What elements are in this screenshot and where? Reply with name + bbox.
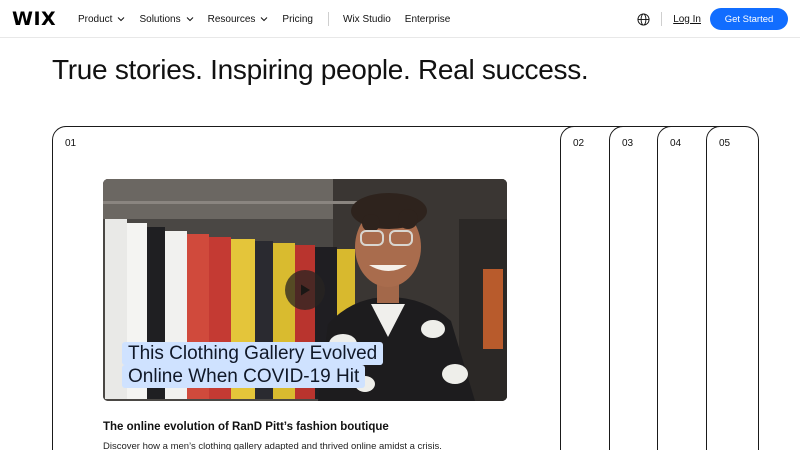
header-actions: Log In Get Started: [637, 0, 788, 38]
nav-wix-studio-label: Wix Studio: [343, 13, 391, 25]
story-card-number: 05: [719, 138, 731, 149]
story-card-number: 03: [622, 138, 634, 149]
caption-line-1: This Clothing Gallery Evolved: [122, 342, 384, 365]
story-card-5[interactable]: 05: [706, 126, 759, 450]
story-title: The online evolution of RanD Pitt’s fash…: [103, 421, 389, 433]
nav-wix-studio[interactable]: Wix Studio: [343, 14, 391, 25]
nav-product[interactable]: Product: [78, 14, 125, 25]
chevron-down-icon: [118, 17, 125, 22]
nav-pricing[interactable]: Pricing: [282, 14, 313, 25]
page-headline: True stories. Inspiring people. Real suc…: [52, 54, 589, 85]
wix-logo[interactable]: WIX: [12, 8, 56, 30]
nav-resources[interactable]: Resources: [208, 14, 269, 25]
play-icon: [301, 284, 310, 296]
globe-icon[interactable]: [637, 12, 650, 26]
story-card-number: 04: [670, 138, 682, 149]
get-started-label: Get Started: [724, 13, 774, 25]
story-card-number: 01: [65, 138, 77, 149]
caption-line-2: Online When COVID-19 Hit: [122, 365, 366, 388]
login-link[interactable]: Log In: [673, 14, 701, 25]
chevron-down-icon: [186, 17, 193, 22]
header-divider: [661, 12, 663, 26]
nav-enterprise[interactable]: Enterprise: [405, 14, 451, 25]
chevron-down-icon: [261, 17, 268, 22]
story-card-number: 02: [573, 138, 585, 149]
nav-product-label: Product: [78, 13, 113, 25]
site-header: WIX Product Solutions Resources Pricing …: [0, 0, 800, 38]
nav-pricing-label: Pricing: [282, 13, 313, 25]
nav-resources-label: Resources: [207, 13, 256, 25]
nav-solutions[interactable]: Solutions: [139, 14, 193, 25]
story-video[interactable]: This Clothing Gallery Evolved Online Whe…: [103, 179, 507, 401]
main-nav: Product Solutions Resources Pricing Wix …: [78, 0, 464, 38]
nav-enterprise-label: Enterprise: [404, 13, 451, 25]
nav-divider: [328, 12, 329, 26]
story-card-1[interactable]: 01 This Clothing Gallery Evolved Online …: [52, 126, 592, 450]
video-caption: This Clothing Gallery Evolved Online Whe…: [122, 342, 384, 388]
get-started-button[interactable]: Get Started: [710, 8, 788, 30]
play-button[interactable]: [285, 270, 325, 310]
story-description: Discover how a men’s clothing gallery ad…: [103, 441, 442, 450]
nav-solutions-label: Solutions: [139, 13, 181, 25]
